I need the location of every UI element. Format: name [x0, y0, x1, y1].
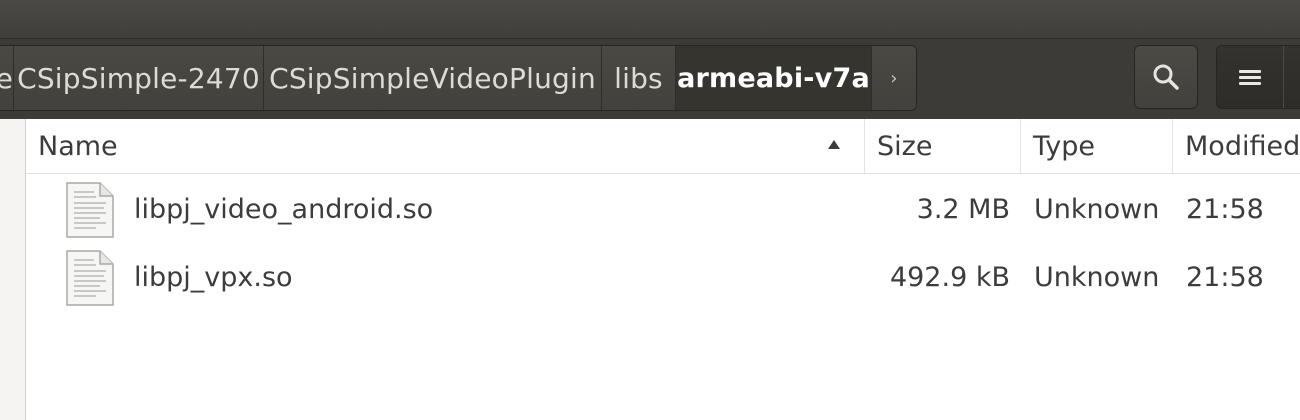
file-size: 492.9 kB [889, 261, 1010, 293]
file-size: 3.2 MB [916, 193, 1010, 225]
file-type: Unknown [1034, 261, 1160, 293]
breadcrumb-forward-button[interactable]: › [872, 46, 916, 110]
hamburger-menu-icon [1239, 67, 1261, 88]
file-type: Unknown [1034, 193, 1160, 225]
column-header-row: Name Size Type Modified [26, 119, 1300, 174]
text-file-icon [66, 182, 114, 238]
sort-ascending-icon [828, 140, 840, 149]
column-header-name[interactable]: Name [26, 119, 865, 173]
text-file-icon [66, 250, 114, 306]
breadcrumb-item-overflow[interactable]: e [0, 46, 14, 110]
column-header-label: Type [1033, 130, 1096, 162]
file-modified: 21:58 [1186, 193, 1264, 225]
column-header-label: Modified [1185, 130, 1300, 162]
column-header-size[interactable]: Size [865, 119, 1021, 173]
breadcrumb-item-armeabi-v7a[interactable]: armeabi-v7a [676, 46, 872, 110]
breadcrumb-label: e [0, 62, 13, 95]
window-titlebar [0, 0, 1300, 38]
breadcrumb-item-csipsimple-2470[interactable]: CSipSimple-2470 [14, 46, 264, 110]
file-row[interactable]: libpj_video_android.so 3.2 MB Unknown 21… [26, 175, 1300, 243]
breadcrumb-label: CSipSimpleVideoPlugin [269, 61, 596, 95]
chevron-right-icon: › [890, 67, 898, 89]
breadcrumb-item-csipsimplevideoplugin[interactable]: CSipSimpleVideoPlugin [264, 46, 602, 110]
column-header-label: Size [877, 130, 933, 162]
search-icon [1153, 64, 1179, 90]
breadcrumb-label: armeabi-v7a [677, 62, 870, 94]
file-name: libpj_vpx.so [134, 261, 293, 293]
file-name: libpj_video_android.so [134, 193, 434, 225]
sidebar [0, 119, 26, 420]
breadcrumb-label: libs [614, 61, 663, 95]
header-bar: e CSipSimple-2470 CSipSimpleVideoPlugin … [0, 38, 1300, 119]
breadcrumb: e CSipSimple-2470 CSipSimpleVideoPlugin … [0, 45, 917, 111]
column-header-label: Name [38, 130, 118, 162]
file-modified: 21:58 [1186, 261, 1264, 293]
column-header-type[interactable]: Type [1021, 119, 1173, 173]
breadcrumb-label: CSipSimple-2470 [17, 61, 260, 95]
button-separator [1283, 46, 1284, 108]
menu-button[interactable] [1216, 45, 1300, 109]
search-button[interactable] [1134, 45, 1198, 109]
column-header-modified[interactable]: Modified [1173, 119, 1300, 173]
file-row[interactable]: libpj_vpx.so 492.9 kB Unknown 21:58 [26, 243, 1300, 311]
breadcrumb-item-libs[interactable]: libs [602, 46, 676, 110]
